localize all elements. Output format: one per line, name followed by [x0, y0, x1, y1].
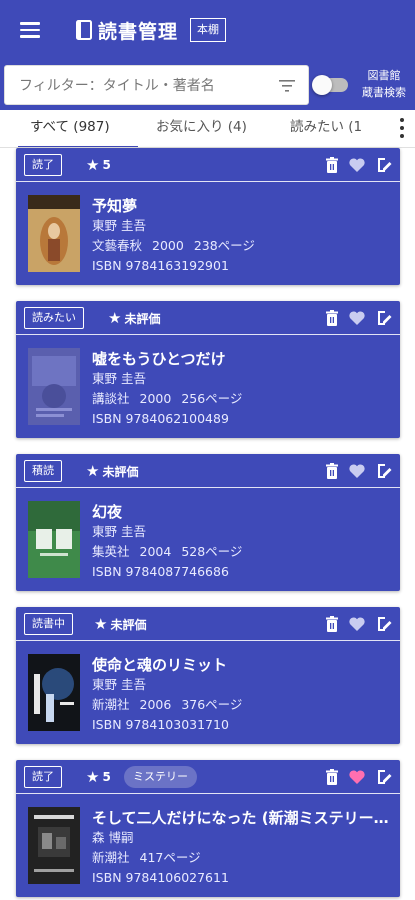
favorite-icon[interactable] — [348, 309, 366, 327]
menu-icon[interactable] — [20, 15, 50, 45]
library-search-toggle[interactable] — [312, 75, 348, 95]
tab-all[interactable]: すべて (987) — [18, 110, 138, 147]
delete-icon[interactable] — [323, 156, 341, 174]
filter-bar: フィルター：タイトル・著者名 図書館 蔵書検索 — [0, 60, 415, 110]
card-body: 予知夢 東野 圭吾 文藝春秋 2000 238ページ ISBN 9784163192… — [16, 182, 400, 285]
book-cover — [28, 501, 80, 578]
filter-input[interactable]: フィルター：タイトル・著者名 — [4, 65, 309, 105]
status-badge[interactable]: 読了 — [24, 766, 62, 788]
book-info: 幻夜 東野 圭吾 集英社 2004 528ページ ISBN 978408774668… — [92, 502, 392, 582]
book-info: 嘘をもうひとつだけ 東野 圭吾 講談社 2000 256ページ ISBN 97840… — [92, 349, 392, 429]
edit-icon[interactable] — [375, 768, 393, 786]
star-icon: ★ — [86, 156, 100, 174]
book-card[interactable]: 読了 ★ 5 予知夢 東野 圭吾 文藝春秋 2000 238ページ ISBN 9784… — [16, 148, 400, 285]
delete-icon[interactable] — [323, 615, 341, 633]
book-cover — [28, 348, 80, 425]
book-title: 使命と魂のリミット — [92, 656, 228, 674]
tab-favorites[interactable]: お気に入り (4) — [156, 110, 247, 147]
status-badge[interactable]: 読みたい — [24, 307, 84, 329]
rating[interactable]: ★ 未評価 — [108, 309, 160, 327]
status-badge[interactable]: 読書中 — [24, 613, 73, 635]
card-body: 使命と魂のリミット 東野 圭吾 新潮社 2006 376ページ ISBN 97841… — [16, 641, 400, 744]
card-header: 読了 ★ 5 ミステリー — [16, 760, 400, 794]
book-card[interactable]: 読書中 ★ 未評価 使命と魂のリミット 東野 圭吾 新潮社 2006 376ページ I… — [16, 607, 400, 744]
book-meta: 新潮社 2006 376ページ — [92, 697, 243, 712]
tab-bar: すべて (987) お気に入り (4) 読みたい (1 — [0, 110, 415, 148]
card-header: 読書中 ★ 未評価 — [16, 607, 400, 641]
book-author: 東野 圭吾 — [92, 677, 146, 692]
edit-icon[interactable] — [375, 462, 393, 480]
book-cover — [28, 195, 80, 272]
app-bar: 読書管理 本棚 — [0, 0, 415, 60]
favorite-icon[interactable] — [348, 768, 366, 786]
book-title: 幻夜 — [92, 503, 123, 521]
delete-icon[interactable] — [323, 309, 341, 327]
favorite-icon[interactable] — [348, 156, 366, 174]
book-title: 予知夢 — [92, 197, 138, 215]
book-info: 使命と魂のリミット 東野 圭吾 新潮社 2006 376ページ ISBN 97841… — [92, 655, 392, 735]
star-icon: ★ — [86, 768, 100, 786]
book-info: そして二人だけになった (新潮ミステリー倶楽部) 森 博嗣 新潮社417ページ … — [92, 808, 392, 888]
edit-icon[interactable] — [375, 615, 393, 633]
card-body: 幻夜 東野 圭吾 集英社 2004 528ページ ISBN 978408774668… — [16, 488, 400, 591]
book-isbn: ISBN 9784087746686 — [92, 564, 229, 579]
book-card[interactable]: 積読 ★ 未評価 幻夜 東野 圭吾 集英社 2004 528ページ ISBN 9784… — [16, 454, 400, 591]
book-isbn: ISBN 9784163192901 — [92, 258, 229, 273]
book-info: 予知夢 東野 圭吾 文藝春秋 2000 238ページ ISBN 9784163192… — [92, 196, 392, 276]
edit-icon[interactable] — [375, 309, 393, 327]
book-author: 東野 圭吾 — [92, 524, 146, 539]
book-title: 嘘をもうひとつだけ — [92, 350, 226, 368]
book-isbn: ISBN 9784062100489 — [92, 411, 229, 426]
star-icon: ★ — [86, 462, 100, 480]
library-search-label: 図書館 蔵書検索 — [362, 69, 406, 99]
book-card[interactable]: 読了 ★5 ミステリー そして二人だけになった (新潮ミステリー倶楽部) 森 博… — [16, 760, 400, 897]
edit-icon[interactable] — [375, 156, 393, 174]
genre-chip[interactable]: ミステリー — [124, 766, 197, 788]
shelf-selector[interactable]: 本棚 — [190, 18, 227, 42]
book-cover — [28, 807, 80, 884]
delete-icon[interactable] — [323, 768, 341, 786]
book-meta: 文藝春秋 2000 238ページ — [92, 238, 255, 253]
card-header: 積読 ★ 未評価 — [16, 454, 400, 488]
book-title: そして二人だけになった (新潮ミステリー倶楽部) — [92, 809, 392, 827]
book-isbn: ISBN 9784106027611 — [92, 870, 229, 885]
delete-icon[interactable] — [323, 462, 341, 480]
book-author: 森 博嗣 — [92, 830, 134, 845]
filter-icon[interactable] — [278, 78, 296, 94]
status-badge[interactable]: 積読 — [24, 460, 62, 482]
card-header: 読了 ★ 5 — [16, 148, 400, 182]
status-badge[interactable]: 読了 — [24, 154, 62, 176]
rating[interactable]: ★ 未評価 — [86, 462, 138, 480]
favorite-icon[interactable] — [348, 462, 366, 480]
star-icon: ★ — [94, 615, 108, 633]
book-meta: 集英社 2004 528ページ — [92, 544, 243, 559]
book-icon — [76, 20, 92, 40]
star-icon: ★ — [108, 309, 122, 327]
filter-placeholder: フィルター：タイトル・著者名 — [19, 78, 215, 94]
app-title: 読書管理 — [98, 20, 179, 43]
book-author: 東野 圭吾 — [92, 218, 146, 233]
favorite-icon[interactable] — [348, 615, 366, 633]
book-meta: 講談社 2000 256ページ — [92, 391, 243, 406]
rating[interactable]: ★ 未評価 — [94, 615, 146, 633]
card-body: 嘘をもうひとつだけ 東野 圭吾 講談社 2000 256ページ ISBN 97840… — [16, 335, 400, 438]
book-meta: 新潮社 417ページ — [92, 850, 201, 865]
more-options-icon[interactable] — [399, 118, 405, 138]
card-header: 読みたい ★ 未評価 — [16, 301, 400, 335]
card-body: そして二人だけになった (新潮ミステリー倶楽部) 森 博嗣 新潮社417ページ … — [16, 794, 400, 897]
rating[interactable]: ★ 5 — [86, 768, 111, 786]
tab-want-to-read[interactable]: 読みたい (1 — [290, 110, 362, 147]
book-author: 東野 圭吾 — [92, 371, 146, 386]
book-isbn: ISBN 9784103031710 — [92, 717, 229, 732]
book-cover — [28, 654, 80, 731]
book-card[interactable]: 読みたい ★ 未評価 嘘をもうひとつだけ 東野 圭吾 講談社 2000 256ページ … — [16, 301, 400, 438]
rating[interactable]: ★ 5 — [86, 156, 111, 174]
